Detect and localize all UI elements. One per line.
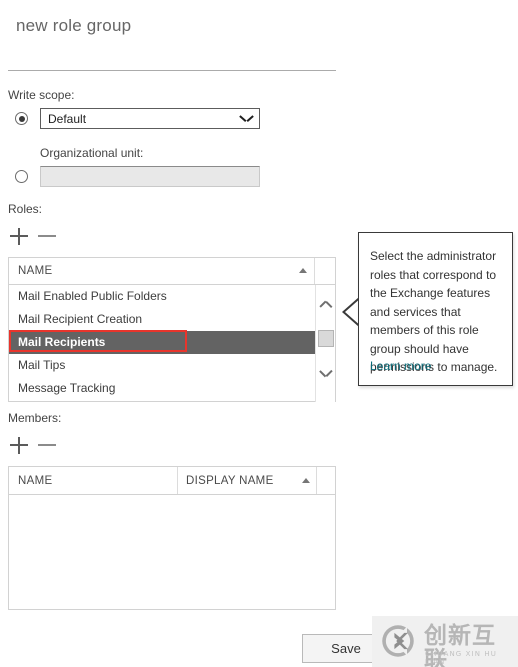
members-table-panel: NAME DISPLAY NAME [8, 466, 336, 610]
roles-scrollbar[interactable] [315, 285, 335, 402]
members-column-name: NAME [18, 475, 53, 487]
scrollbar-thumb[interactable] [318, 330, 334, 347]
column-divider [177, 467, 178, 494]
roles-column-name: NAME [18, 265, 53, 277]
plus-icon[interactable] [10, 227, 28, 245]
roles-list-panel: NAME Mail Enabled Public Folders Mail Re… [8, 257, 336, 402]
list-item[interactable]: Mail Recipient Creation [9, 308, 335, 331]
radio-write-scope-default[interactable] [15, 112, 28, 125]
sort-ascending-icon [302, 478, 310, 483]
chevron-down-icon[interactable] [320, 368, 331, 376]
watermark-overlay: 创新互联 CHUANG XIN HU LIAN [372, 616, 518, 667]
sort-ascending-icon [299, 268, 307, 273]
roles-list-body: Mail Enabled Public Folders Mail Recipie… [9, 285, 335, 402]
members-table-body [9, 495, 335, 609]
members-table-header[interactable]: NAME DISPLAY NAME [9, 467, 335, 495]
write-scope-label: Write scope: [8, 88, 75, 102]
learn-more-link[interactable]: Learn more [370, 359, 431, 373]
cx-logo-icon [382, 625, 414, 657]
list-item[interactable]: Message Tracking [9, 377, 335, 400]
members-label: Members: [8, 411, 62, 425]
organizational-unit-label: Organizational unit: [40, 146, 144, 160]
minus-icon[interactable] [38, 436, 56, 454]
organizational-unit-input[interactable] [40, 166, 260, 187]
header-divider [314, 258, 315, 284]
plus-icon[interactable] [10, 436, 28, 454]
chevron-up-icon[interactable] [320, 302, 331, 310]
write-scope-select[interactable]: Default [40, 108, 260, 129]
chevron-down-icon [241, 115, 252, 122]
write-scope-selected-value: Default [48, 112, 87, 126]
roles-toolbar [10, 227, 70, 245]
help-callout: Select the administrator roles that corr… [358, 232, 513, 386]
list-item[interactable]: Mail Enabled Public Folders [9, 285, 335, 308]
minus-icon[interactable] [38, 227, 56, 245]
radio-write-scope-ou[interactable] [15, 170, 28, 183]
roles-label: Roles: [8, 202, 43, 216]
title-divider [8, 70, 336, 71]
members-toolbar [10, 436, 70, 454]
watermark-pinyin-text: CHUANG XIN HU LIAN [425, 650, 497, 666]
roles-list-header[interactable]: NAME [9, 258, 335, 285]
members-column-display-name: DISPLAY NAME [186, 475, 274, 487]
list-item-selected[interactable]: Mail Recipients [9, 331, 335, 354]
column-divider [316, 467, 317, 494]
list-item[interactable]: Mail Tips [9, 354, 335, 377]
page-title: new role group [16, 16, 132, 35]
callout-body-text: Select the administrator roles that corr… [370, 249, 498, 374]
